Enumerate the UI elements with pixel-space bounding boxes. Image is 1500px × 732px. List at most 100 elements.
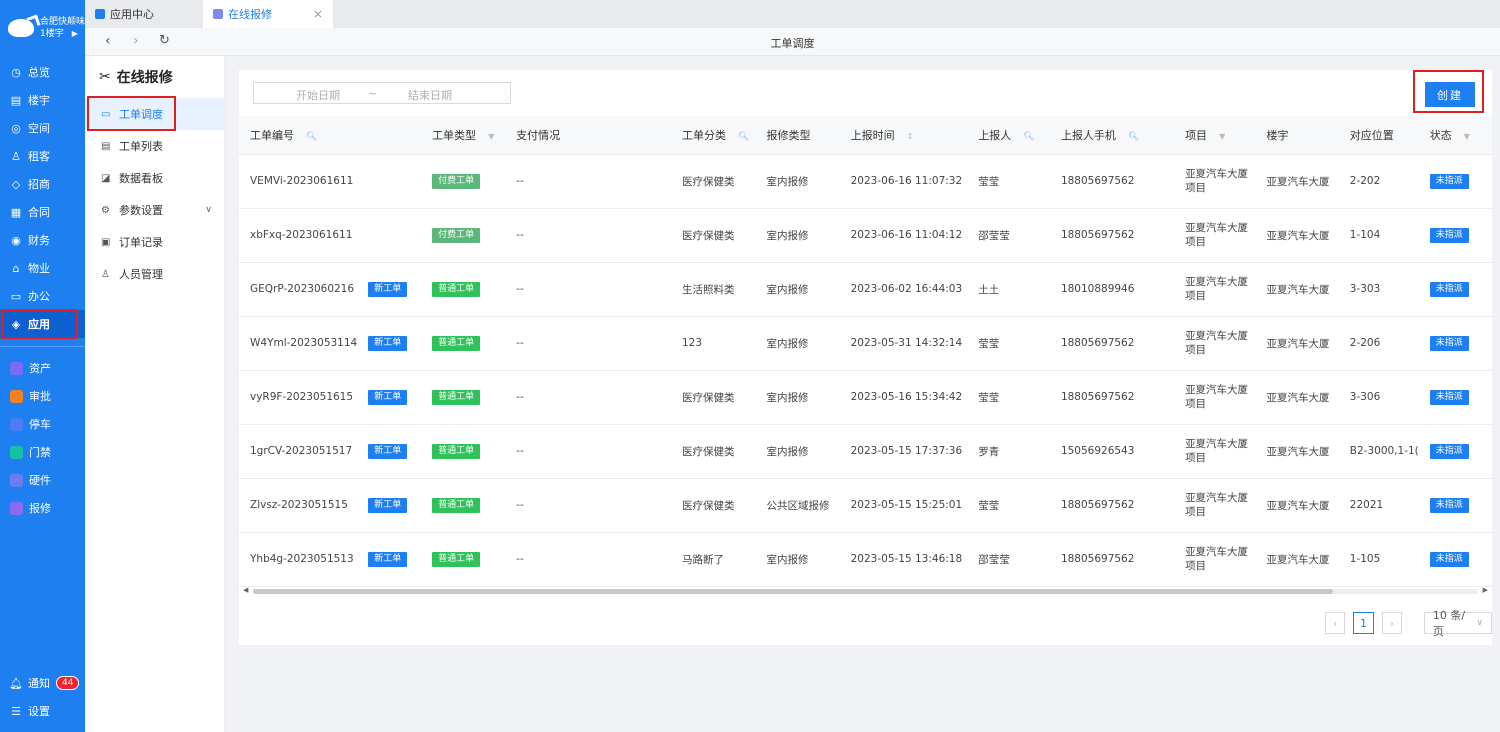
highlight-box-app — [1, 309, 78, 339]
status-cell: 未指派 — [1418, 208, 1492, 263]
col-status: 状态 ▼ — [1418, 116, 1492, 155]
sidebar-item-label: 楼宇 — [28, 94, 50, 107]
sidebar-item-label: 租客 — [28, 150, 50, 163]
end-date-input[interactable]: 结束日期 — [408, 87, 452, 103]
project: 亚夏汽车大厦 项目 — [1174, 424, 1256, 479]
sidebar-item-label: 财务 — [28, 234, 50, 247]
sidebar-item-label: 审批 — [29, 390, 51, 403]
submenu-item-settings[interactable]: ⚙ 参数设置 ∨ — [85, 194, 224, 226]
sidebar-item-label: 合同 — [28, 206, 50, 219]
sidebar-item-space[interactable]: ◎ 空间 — [0, 114, 85, 142]
type-cell: 普通工单 — [421, 478, 506, 533]
order-id: Yhb4g-2023051513 — [239, 532, 358, 587]
tab-app-center[interactable]: 应用中心 — [85, 0, 203, 28]
sidebar-app-access[interactable]: 门禁 — [0, 438, 85, 466]
sidebar-item-tenant[interactable]: ♙ 租客 — [0, 142, 85, 170]
sidebar-item-contract[interactable]: ▦ 合同 — [0, 198, 85, 226]
pagination: ‹ 1 › 10 条/页 ∨ — [1325, 609, 1493, 638]
prev-page-button[interactable]: ‹ — [1325, 612, 1346, 634]
col-project: 项目 ▼ — [1174, 116, 1256, 155]
building: 亚夏汽车大厦 — [1255, 532, 1339, 587]
order-type-tag: 普通工单 — [432, 335, 481, 351]
table-row[interactable]: xbFxq-2023061611 付费工单 -- 医疗保健类 室内报修 2023… — [239, 208, 1492, 263]
submenu-item-order-list[interactable]: ▤ 工单列表 — [85, 130, 224, 162]
sidebar-app-hardware[interactable]: 硬件 — [0, 466, 85, 494]
search-icon[interactable]: 🔍︎ — [1128, 132, 1139, 142]
close-icon[interactable]: × — [313, 7, 323, 21]
table-row[interactable]: VEMVi-2023061611 付费工单 -- 医疗保健类 室内报修 2023… — [239, 154, 1492, 209]
filter-icon[interactable]: ▼ — [488, 132, 494, 141]
submenu-item-staff[interactable]: ♙ 人员管理 — [85, 258, 224, 290]
pay-status: -- — [505, 316, 671, 371]
pay-status: -- — [505, 478, 671, 533]
submenu-title: 在线报修 — [116, 70, 173, 86]
search-icon[interactable]: 🔍︎ — [738, 132, 749, 142]
scroll-left-icon[interactable]: ◀ — [243, 586, 248, 594]
filter-icon[interactable]: ▼ — [1219, 132, 1225, 141]
start-date-input[interactable]: 开始日期 — [296, 87, 340, 103]
sidebar-item-property[interactable]: ⌂ 物业 — [0, 254, 85, 282]
status-badge[interactable]: 未指派 — [1429, 551, 1469, 567]
new-cell: 新工单 — [357, 532, 422, 587]
scroll-right-icon[interactable]: ▶ — [1483, 586, 1488, 594]
reporter: 邵莹莹 — [967, 532, 1050, 587]
status-badge[interactable]: 未指派 — [1429, 335, 1469, 351]
page-number-button[interactable]: 1 — [1353, 612, 1374, 634]
status-badge[interactable]: 未指派 — [1429, 173, 1469, 189]
sidebar-app-approval[interactable]: 审批 — [0, 382, 85, 410]
submenu-item-dashboard[interactable]: ◪ 数据看板 — [85, 162, 224, 194]
brand-switcher[interactable]: 合肥快颠味 1楼宇 ▶ — [0, 0, 85, 56]
sidebar-app-repair[interactable]: 报修 — [0, 494, 85, 522]
sidebar-item-office[interactable]: ▭ 办公 — [0, 282, 85, 310]
sidebar-item-notify[interactable]: 🔔︎ 通知 44 — [0, 669, 85, 697]
repair-type: 室内报修 — [755, 262, 840, 317]
scroll-thumb[interactable] — [253, 589, 1333, 594]
new-order-tag: 新工单 — [368, 281, 408, 297]
submenu-item-order-record[interactable]: ▣ 订单记录 — [85, 226, 224, 258]
sidebar-item-label: 办公 — [28, 290, 50, 303]
status-badge[interactable]: 未指派 — [1429, 281, 1469, 297]
table-row[interactable]: GEQrP-2023060216 新工单 普通工单 -- 生活照料类 室内报修 … — [239, 262, 1492, 317]
new-order-tag: 新工单 — [368, 443, 408, 459]
sidebar-item-dashboard[interactable]: ◷ 总览 — [0, 58, 85, 86]
status-badge[interactable]: 未指派 — [1429, 443, 1469, 459]
sidebar-item-settings[interactable]: ☰ 设置 — [0, 697, 85, 725]
table-row[interactable]: Zlvsz-2023051515 新工单 普通工单 -- 医疗保健类 公共区域报… — [239, 478, 1492, 533]
reporter: 莹莹 — [967, 316, 1050, 371]
sidebar-item-building[interactable]: ▤ 楼宇 — [0, 86, 85, 114]
date-range-picker[interactable]: 开始日期 ~ 结束日期 — [253, 82, 511, 104]
sidebar-item-merchant[interactable]: ◇ 招商 — [0, 170, 85, 198]
order-id: VEMVi-2023061611 — [239, 154, 358, 209]
table-row[interactable]: W4Yml-2023053114 新工单 普通工单 -- 123 室内报修 20… — [239, 316, 1492, 371]
type-cell: 普通工单 — [421, 424, 506, 479]
table-row[interactable]: Yhb4g-2023051513 新工单 普通工单 -- 马路断了 室内报修 2… — [239, 532, 1492, 587]
report-time: 2023-05-31 14:32:14 — [839, 316, 968, 371]
reporter-phone: 15056926543 — [1049, 424, 1175, 479]
status-badge[interactable]: 未指派 — [1429, 227, 1469, 243]
filter-icon[interactable]: ▼ — [1464, 132, 1470, 141]
order-id: W4Yml-2023053114 — [239, 316, 358, 371]
sidebar-app-parking[interactable]: 停车 — [0, 410, 85, 438]
table-row[interactable]: vyR9F-2023051615 新工单 普通工单 -- 医疗保健类 室内报修 … — [239, 370, 1492, 425]
tab-online-repair[interactable]: 在线报修 × — [203, 0, 333, 28]
building: 亚夏汽车大厦 — [1255, 424, 1339, 479]
sidebar-item-finance[interactable]: ◉ 财务 — [0, 226, 85, 254]
sidebar-item-label: 总览 — [28, 66, 50, 79]
status-badge[interactable]: 未指派 — [1429, 389, 1469, 405]
report-time: 2023-06-16 11:04:12 — [839, 208, 968, 263]
sidebar-app-asset[interactable]: 资产 — [0, 354, 85, 382]
search-icon[interactable]: 🔍︎ — [1023, 132, 1034, 142]
search-icon[interactable]: 🔍︎ — [306, 132, 317, 142]
horizontal-scrollbar[interactable]: ◀ ▶ — [239, 586, 1492, 596]
table-row[interactable]: 1grCV-2023051517 新工单 普通工单 -- 医疗保健类 室内报修 … — [239, 424, 1492, 479]
reporter-phone: 18805697562 — [1049, 532, 1175, 587]
highlight-box-dispatch — [87, 96, 176, 131]
type-cell: 付费工单 — [421, 154, 506, 209]
order-type-tag: 付费工单 — [432, 227, 481, 243]
reporter: 莹莹 — [967, 370, 1050, 425]
next-page-button[interactable]: › — [1381, 612, 1402, 634]
space-icon: ◎ — [11, 121, 21, 135]
status-badge[interactable]: 未指派 — [1429, 497, 1469, 513]
sort-icon[interactable]: ⇕ — [907, 132, 914, 141]
page-size-select[interactable]: 10 条/页 ∨ — [1423, 609, 1493, 638]
